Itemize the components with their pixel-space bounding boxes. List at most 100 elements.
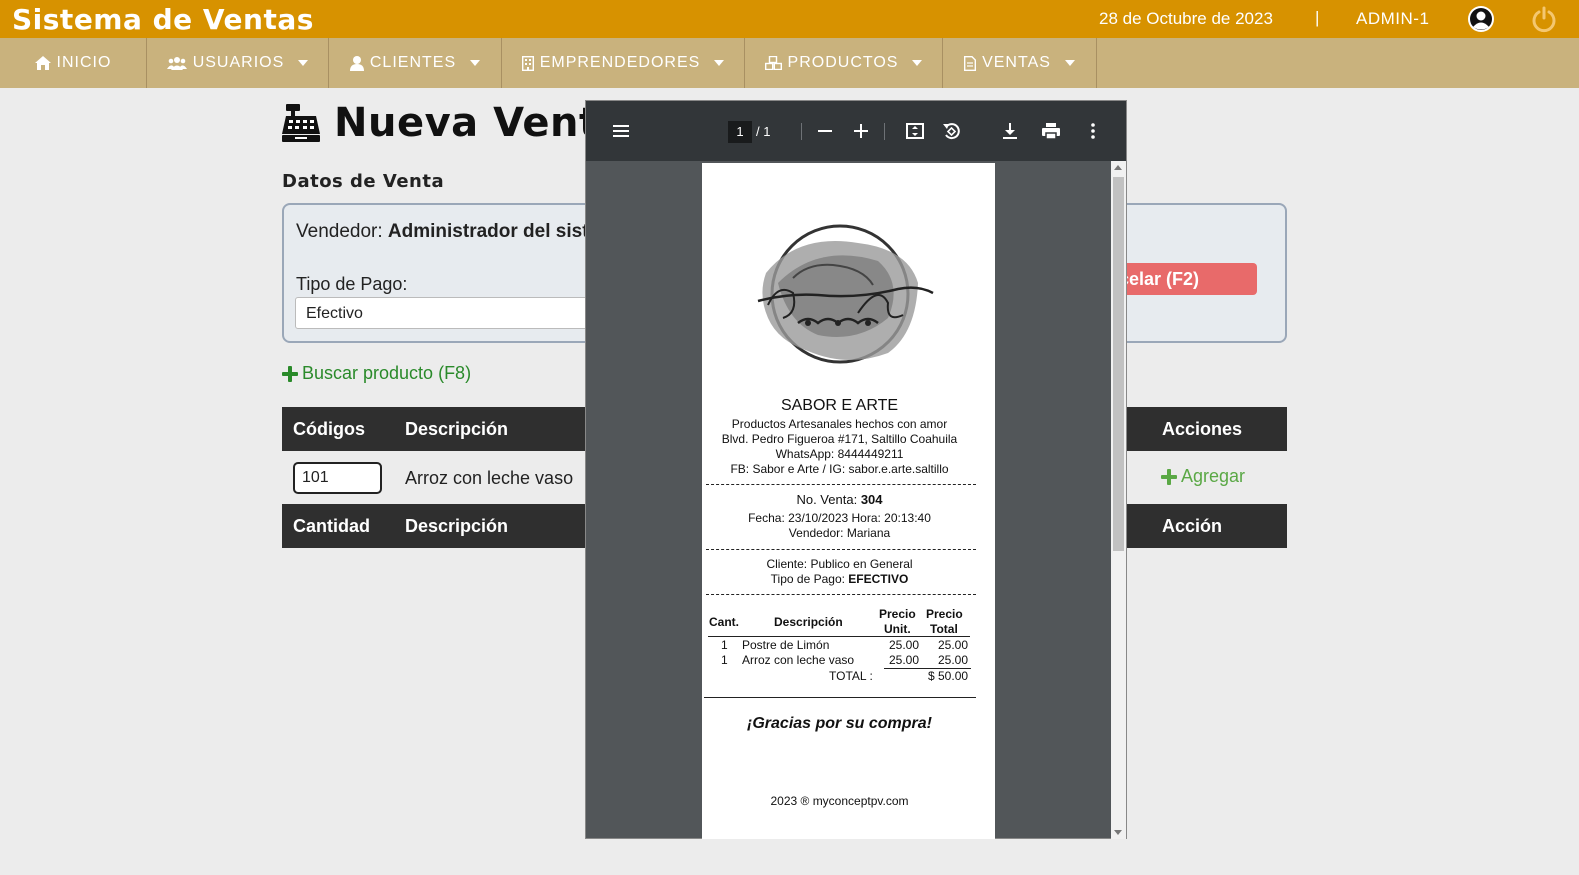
- sale-no-label: No. Venta:: [796, 492, 858, 507]
- receipt-divider: [706, 484, 976, 485]
- search-product-link[interactable]: Buscar producto (F8): [282, 363, 471, 384]
- receipt-business-name: SABOR E ARTE: [780, 397, 899, 414]
- cash-register-icon: [282, 104, 320, 142]
- power-icon[interactable]: [1530, 5, 1558, 33]
- menu-icon[interactable]: [610, 120, 632, 142]
- page-total: / 1: [756, 124, 771, 139]
- current-date: 28 de Octubre de 2023: [1099, 9, 1273, 28]
- col-unit-1: Precio: [879, 607, 916, 621]
- chevron-down-icon: [714, 60, 725, 66]
- scrollbar-thumb[interactable]: [1113, 177, 1124, 551]
- nav-usuarios[interactable]: USUARIOS: [147, 38, 329, 88]
- users-icon: [166, 57, 187, 70]
- chevron-down-icon: [912, 60, 923, 66]
- chevron-down-icon: [470, 60, 481, 66]
- header-separator: |: [1315, 8, 1320, 27]
- rotate-icon[interactable]: [941, 120, 963, 142]
- receipt-tagline: Productos Artesanales hechos con amor: [731, 417, 948, 431]
- receipt-sale-number: No. Venta: 304: [702, 492, 977, 507]
- current-user[interactable]: ADMIN-1: [1356, 9, 1429, 29]
- col-desc: Descripción: [774, 615, 843, 629]
- receipt-table-line: [708, 636, 970, 637]
- total-label: TOTAL :: [829, 669, 873, 683]
- boxes-icon: [764, 56, 782, 70]
- col-codigos: Códigos: [293, 419, 365, 439]
- col-acciones: Acciones: [1162, 419, 1243, 439]
- col-cant: Cant.: [709, 615, 739, 629]
- main-nav: INICIO USUARIOS CLIENTES EMPRENDEDORES P…: [0, 38, 1579, 88]
- item-cant: 1: [721, 653, 728, 667]
- building-icon: [521, 55, 534, 71]
- receipt-payment: Tipo de Pago: EFECTIVO: [702, 572, 977, 586]
- total-value: $ 50.00: [928, 669, 969, 683]
- col-total-1: Precio: [926, 607, 963, 621]
- col-accion: Acción: [1162, 516, 1223, 536]
- item-cant: 1: [721, 638, 728, 652]
- nav-label: INICIO: [56, 54, 112, 71]
- pdf-scrollbar[interactable]: [1111, 161, 1126, 839]
- item-desc: Postre de Limón: [742, 638, 830, 652]
- receipt-client: Cliente: Publico en General: [766, 557, 913, 571]
- nav-label: VENTAS: [982, 54, 1051, 71]
- receipt-divider: [706, 594, 976, 595]
- more-options-icon[interactable]: [1082, 120, 1104, 142]
- item-unit: 25.00: [889, 653, 920, 667]
- nav-clientes[interactable]: CLIENTES: [329, 38, 502, 88]
- nav-label: PRODUCTOS: [787, 54, 899, 71]
- user-circle-icon[interactable]: [1467, 5, 1495, 33]
- item-unit: 25.00: [889, 638, 920, 652]
- page-header: Nueva Venta: [282, 100, 626, 146]
- nav-inicio[interactable]: INICIO: [0, 38, 147, 88]
- vendor-value: Administrador del sist: [387, 221, 589, 242]
- zoom-in-icon[interactable]: [850, 120, 872, 142]
- plus-icon: [282, 365, 298, 382]
- payment-type-label: Tipo de Pago:: [296, 274, 408, 294]
- col-descripcion: Descripción: [405, 419, 509, 439]
- payment-label: Tipo de Pago:: [770, 572, 845, 586]
- item-total: 25.00: [938, 653, 969, 667]
- scroll-up-icon[interactable]: [1114, 165, 1122, 170]
- file-icon: [964, 55, 977, 71]
- payment-type-select[interactable]: Efectivo: [295, 297, 595, 329]
- col-descripcion: Descripción: [405, 516, 509, 536]
- receipt-whatsapp: WhatsApp: 8444449211: [775, 447, 904, 461]
- receipt-thanks: ¡Gracias por su compra!: [747, 715, 932, 732]
- sabor-e-arte-logo: [757, 224, 934, 364]
- payment-value: EFECTIVO: [848, 572, 909, 586]
- nav-emprendedores[interactable]: EMPRENDEDORES: [502, 38, 745, 88]
- scroll-down-icon[interactable]: [1114, 830, 1122, 835]
- zoom-out-icon[interactable]: [814, 120, 836, 142]
- product-description: Arroz con leche vaso: [405, 468, 574, 488]
- plus-icon: [1161, 468, 1177, 485]
- receipt-address: Blvd. Pedro Figueroa #171, Saltillo Coah…: [721, 432, 958, 446]
- vendor-label: Vendedor:: [296, 221, 383, 242]
- top-bar: Sistema de Ventas 28 de Octubre de 2023 …: [0, 0, 1579, 38]
- nav-ventas[interactable]: VENTAS: [943, 38, 1097, 88]
- sale-no-value: 304: [860, 492, 883, 507]
- nav-productos[interactable]: PRODUCTOS: [745, 38, 943, 88]
- download-icon[interactable]: [999, 120, 1021, 142]
- vendor-line: Vendedor: Administrador del sist: [296, 221, 589, 243]
- item-total: 25.00: [938, 638, 969, 652]
- nav-label: EMPRENDEDORES: [539, 54, 701, 71]
- receipt-date: Fecha: 23/10/2023 Hora: 20:13:40: [748, 511, 931, 525]
- page-number-input[interactable]: 1: [728, 121, 752, 143]
- receipt-social: FB: Sabor e Arte / IG: sabor.e.arte.salt…: [730, 462, 949, 476]
- add-product-button[interactable]: Agregar: [1161, 466, 1245, 487]
- print-icon[interactable]: [1040, 120, 1062, 142]
- chevron-down-icon: [298, 60, 309, 66]
- fit-page-icon[interactable]: [904, 120, 926, 142]
- col-cantidad: Cantidad: [293, 516, 371, 536]
- nav-label: CLIENTES: [369, 54, 457, 71]
- receipt-footer: 2023 ® myconceptpv.com: [770, 794, 909, 808]
- receipt-seller: Vendedor: Mariana: [788, 526, 891, 540]
- home-icon: [34, 56, 51, 70]
- col-unit-2: Unit.: [884, 622, 911, 636]
- col-total-2: Total: [930, 622, 958, 636]
- product-code-input[interactable]: 101: [293, 462, 382, 494]
- page-title: Nueva Venta: [334, 100, 627, 146]
- receipt-divider: [706, 549, 976, 550]
- chevron-down-icon: [1064, 60, 1075, 66]
- item-desc: Arroz con leche vaso: [742, 653, 855, 667]
- receipt-divider: [704, 697, 976, 698]
